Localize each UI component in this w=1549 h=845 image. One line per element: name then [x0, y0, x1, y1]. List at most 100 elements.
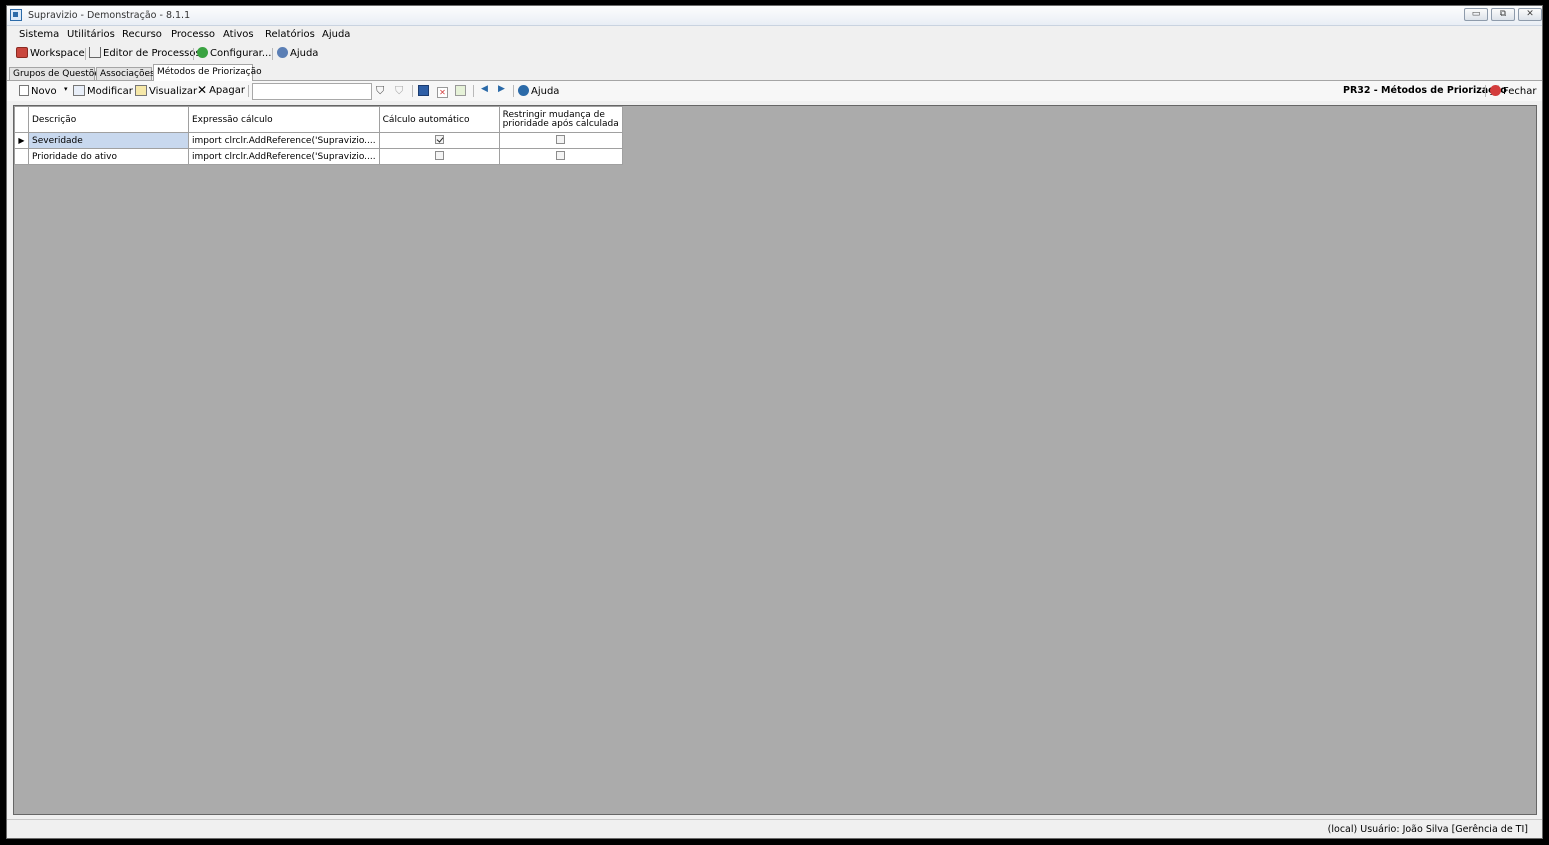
- status-text: (local) Usuário: João Silva [Gerência de…: [1327, 824, 1528, 835]
- toolbar-separator: [272, 48, 273, 60]
- row-header-corner: [14, 106, 29, 133]
- ajuda-toolbar-label: Ajuda: [290, 48, 319, 59]
- app-icon: [10, 9, 22, 21]
- toolbar-separator: [1485, 85, 1486, 97]
- grid-panel: Descrição Expressão cálculo Cálculo auto…: [13, 105, 1537, 815]
- toolbar-separator: [193, 48, 194, 60]
- menu-ajuda[interactable]: Ajuda: [322, 29, 350, 40]
- menu-processo[interactable]: Processo: [171, 29, 215, 40]
- main-window: Supravizio - Demonstração - 8.1.1 ▭ ⧉ ✕ …: [6, 5, 1543, 839]
- menu-recurso[interactable]: Recurso: [122, 29, 162, 40]
- novo-label: Novo: [31, 86, 57, 97]
- apagar-button[interactable]: ✕ Apagar: [197, 83, 245, 97]
- priority-methods-grid: Descrição Expressão cálculo Cálculo auto…: [14, 106, 623, 165]
- next-icon[interactable]: ▶: [498, 84, 505, 94]
- prev-icon[interactable]: ◀: [481, 84, 488, 94]
- cell-descricao[interactable]: Prioridade do ativo: [28, 148, 189, 165]
- save-button[interactable]: [418, 85, 431, 97]
- calculo-automatico-checkbox[interactable]: [434, 150, 444, 160]
- filter-icon[interactable]: ⛉: [376, 84, 384, 98]
- restringir-checkbox[interactable]: [556, 134, 566, 144]
- toolbar-separator: [248, 85, 249, 97]
- column-header-expressao[interactable]: Expressão cálculo: [188, 106, 380, 133]
- configurar-label: Configurar...: [210, 48, 272, 59]
- current-row-arrow-icon: ▶: [18, 135, 25, 145]
- apagar-label: Apagar: [209, 85, 245, 96]
- form-title: PR32 - Métodos de Priorização: [1343, 85, 1507, 96]
- workspace-icon: [16, 47, 28, 58]
- visualizar-button[interactable]: Visualizar: [135, 85, 197, 97]
- dropdown-arrow-icon[interactable]: ▾: [64, 85, 68, 93]
- ajuda-action-button[interactable]: Ajuda: [518, 85, 559, 97]
- editor-label: Editor de Processos: [103, 48, 201, 59]
- workspace-label: Workspace: [30, 48, 85, 59]
- actions-toolbar: Novo ▾ Modificar Visualizar ✕ Apagar ⛉ ⛉ …: [7, 81, 1542, 101]
- cell-calculo-automatico[interactable]: [378, 148, 500, 165]
- help-icon: [277, 47, 288, 58]
- tab-grupos-questoes[interactable]: Grupos de Questões: [9, 67, 105, 80]
- help-icon: [518, 85, 529, 96]
- main-toolbar: Workspace Editor de Processos Configurar…: [7, 44, 1542, 63]
- refresh-icon: [455, 85, 466, 96]
- visualizar-label: Visualizar: [149, 86, 198, 97]
- toolbar-separator: [85, 48, 86, 60]
- toolbar-separator: [513, 85, 514, 97]
- table-row[interactable]: ▶ Severidade import clrclr.AddReference(…: [14, 132, 623, 149]
- menu-relatorios[interactable]: Relatórios: [265, 29, 315, 40]
- status-bar: (local) Usuário: João Silva [Gerência de…: [7, 819, 1542, 838]
- menu-ativos[interactable]: Ativos: [223, 29, 254, 40]
- menu-utilitarios[interactable]: Utilitários: [67, 29, 115, 40]
- row-indicator[interactable]: ▶: [14, 132, 29, 149]
- ajuda-toolbar-button[interactable]: Ajuda: [277, 47, 318, 59]
- cancel-icon: ✕: [437, 87, 448, 98]
- fechar-label: Fechar: [1503, 86, 1537, 97]
- calculo-automatico-checkbox[interactable]: [434, 134, 444, 144]
- tab-strip: Grupos de Questões Associações Métodos d…: [7, 64, 1542, 81]
- editor-processos-button[interactable]: Editor de Processos: [89, 47, 201, 59]
- toolbar-separator: [412, 85, 413, 97]
- workspace-button[interactable]: Workspace: [16, 47, 85, 59]
- modificar-icon: [73, 85, 85, 96]
- configurar-icon: [197, 47, 208, 58]
- window-close-button[interactable]: ✕: [1518, 8, 1542, 21]
- window-title: Supravizio - Demonstração - 8.1.1: [28, 10, 191, 21]
- column-header-calculo-automatico[interactable]: Cálculo automático: [378, 106, 500, 133]
- modificar-button[interactable]: Modificar: [73, 85, 133, 97]
- grid-header-row: Descrição Expressão cálculo Cálculo auto…: [14, 106, 623, 133]
- ajuda-action-label: Ajuda: [531, 86, 560, 97]
- novo-button[interactable]: Novo: [19, 85, 57, 97]
- tab-associacoes[interactable]: Associações: [96, 67, 155, 80]
- visualizar-icon: [135, 85, 147, 96]
- cell-calculo-automatico[interactable]: [378, 132, 500, 149]
- table-row[interactable]: Prioridade do ativo import clrclr.AddRef…: [14, 148, 623, 165]
- modificar-label: Modificar: [87, 86, 133, 97]
- apagar-icon: ✕: [197, 83, 208, 97]
- cell-expressao[interactable]: import clrclr.AddReference('Supravizio..…: [188, 132, 380, 149]
- tab-metodos-priorizacao[interactable]: Métodos de Priorização: [153, 64, 262, 81]
- column-header-restringir-line2: prioridade após calculada: [502, 118, 619, 129]
- refresh-button[interactable]: [455, 85, 468, 97]
- menu-bar: Sistema Utilitários Recurso Processo Ati…: [7, 26, 1542, 43]
- cell-restringir[interactable]: [498, 148, 623, 165]
- filter-clear-icon[interactable]: ⛉: [395, 84, 403, 98]
- maximize-button[interactable]: ⧉: [1491, 8, 1515, 21]
- menu-sistema[interactable]: Sistema: [19, 29, 59, 40]
- toolbar-separator: [473, 85, 474, 97]
- search-input[interactable]: [252, 83, 372, 100]
- cancel-button[interactable]: ✕: [437, 85, 450, 98]
- cell-descricao[interactable]: Severidade: [28, 132, 189, 149]
- close-icon: [1490, 85, 1501, 96]
- minimize-button[interactable]: ▭: [1464, 8, 1488, 21]
- editor-icon: [89, 47, 101, 58]
- save-icon: [418, 85, 429, 96]
- novo-icon: [19, 85, 29, 96]
- title-bar[interactable]: Supravizio - Demonstração - 8.1.1 ▭ ⧉ ✕: [7, 6, 1542, 26]
- column-header-restringir[interactable]: Restringir mudança de prioridade após ca…: [498, 106, 623, 133]
- row-indicator[interactable]: [14, 148, 29, 165]
- column-header-descricao[interactable]: Descrição: [28, 106, 189, 133]
- restringir-checkbox[interactable]: [556, 150, 566, 160]
- cell-restringir[interactable]: [498, 132, 623, 149]
- cell-expressao[interactable]: import clrclr.AddReference('Supravizio..…: [188, 148, 380, 165]
- configurar-button[interactable]: Configurar...: [197, 47, 271, 59]
- fechar-button[interactable]: Fechar: [1490, 85, 1536, 97]
